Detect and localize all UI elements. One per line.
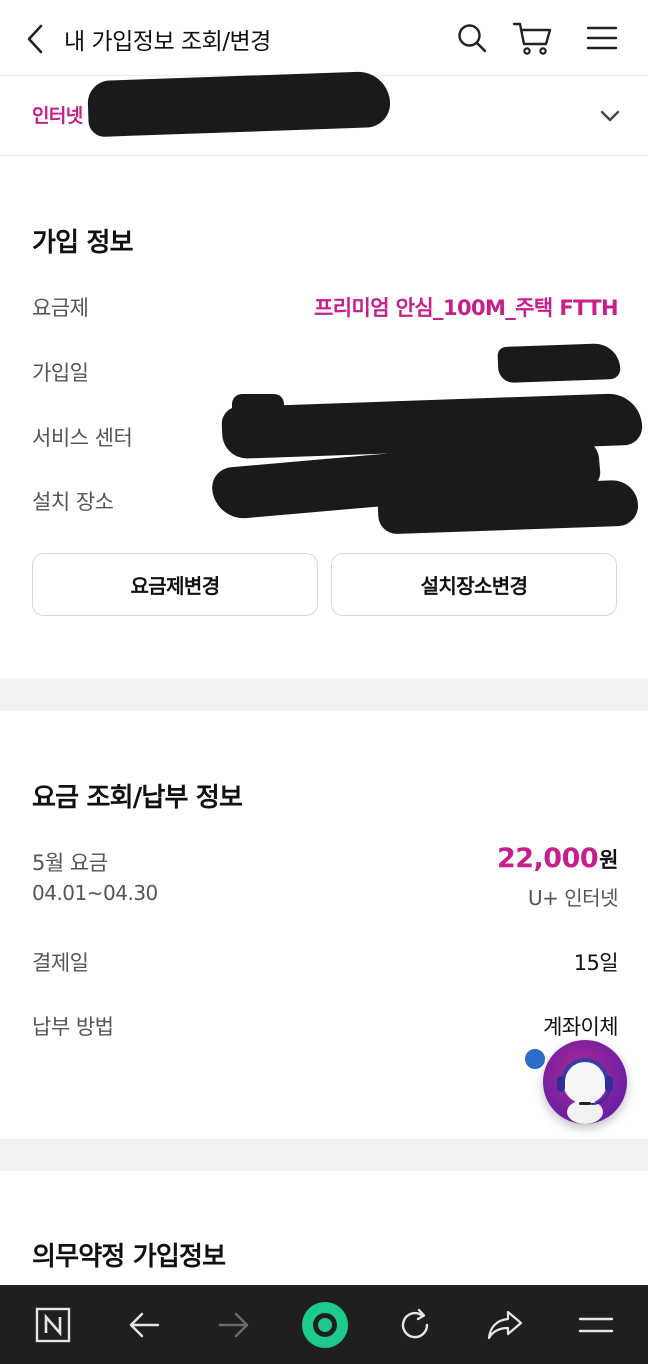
change-plan-button[interactable]: 요금제변경 — [32, 553, 318, 616]
product-selector[interactable]: 인터넷 — [0, 70, 648, 156]
browser-forward-button[interactable] — [212, 1303, 256, 1347]
browser-home-button[interactable] — [300, 1300, 350, 1350]
bill-currency: 원 — [599, 848, 618, 872]
search-button[interactable] — [452, 18, 492, 58]
billing-section-title: 요금 조회/납부 정보 — [32, 783, 243, 813]
browser-menu-button[interactable] — [574, 1303, 618, 1347]
two-line-menu-icon — [578, 1317, 614, 1333]
due-date-label: 결제일 — [32, 951, 89, 975]
menu-button[interactable] — [582, 18, 622, 58]
refresh-icon — [401, 1308, 429, 1339]
cart-icon — [512, 22, 552, 55]
hamburger-icon — [586, 26, 618, 50]
plan-value: 프리미엄 안심_100M_주택 FTTH — [314, 296, 619, 320]
browser-back-button[interactable] — [122, 1303, 166, 1347]
plan-label: 요금제 — [32, 296, 89, 320]
bill-period: 04.01~04.30 — [32, 881, 158, 905]
change-location-button[interactable]: 설치장소변경 — [331, 553, 617, 616]
back-button[interactable] — [18, 20, 52, 58]
green-dot-icon — [302, 1302, 348, 1348]
search-icon — [458, 24, 487, 53]
payment-method-label: 납부 방법 — [32, 1015, 114, 1039]
chatbot-badge — [523, 1047, 547, 1071]
contract-section-title: 의무약정 가입정보 — [32, 1242, 226, 1272]
bill-product: U+ 인터넷 — [528, 886, 618, 910]
section-divider — [0, 679, 648, 711]
bill-month-label: 5월 요금 — [32, 851, 108, 875]
page-title: 내 가입정보 조회/변경 — [64, 29, 271, 55]
browser-bottom-bar — [0, 1285, 648, 1364]
redacted-join-date — [497, 342, 621, 384]
naver-home-button[interactable] — [31, 1303, 75, 1347]
redacted-product-id — [87, 70, 391, 138]
app-header: 내 가입정보 조회/변경 — [0, 0, 648, 76]
refresh-button[interactable] — [393, 1303, 437, 1347]
arrow-right-icon — [218, 1312, 249, 1338]
share-icon — [487, 1310, 523, 1340]
service-center-label: 서비스 센터 — [32, 426, 133, 450]
section-divider — [0, 1139, 648, 1171]
chatbot-avatar-icon — [557, 1058, 613, 1124]
bill-amount: 22,000원 — [496, 843, 619, 874]
chevron-down-icon — [598, 104, 622, 128]
subscription-section-title: 가입 정보 — [32, 228, 134, 258]
back-icon — [27, 24, 43, 54]
chatbot-button[interactable] — [543, 1040, 627, 1124]
arrow-left-icon — [129, 1312, 160, 1338]
product-type-label: 인터넷 — [32, 105, 83, 127]
payment-method-value: 계좌이체 — [543, 1015, 618, 1039]
cart-button[interactable] — [512, 18, 552, 58]
join-date-label: 가입일 — [32, 361, 89, 385]
share-button[interactable] — [483, 1303, 527, 1347]
install-location-label: 설치 장소 — [32, 490, 114, 514]
redacted-install-location-b — [377, 479, 639, 535]
naver-n-icon — [35, 1307, 71, 1343]
due-date-value: 15일 — [573, 951, 619, 975]
bill-amount-value: 22,000 — [496, 843, 599, 874]
